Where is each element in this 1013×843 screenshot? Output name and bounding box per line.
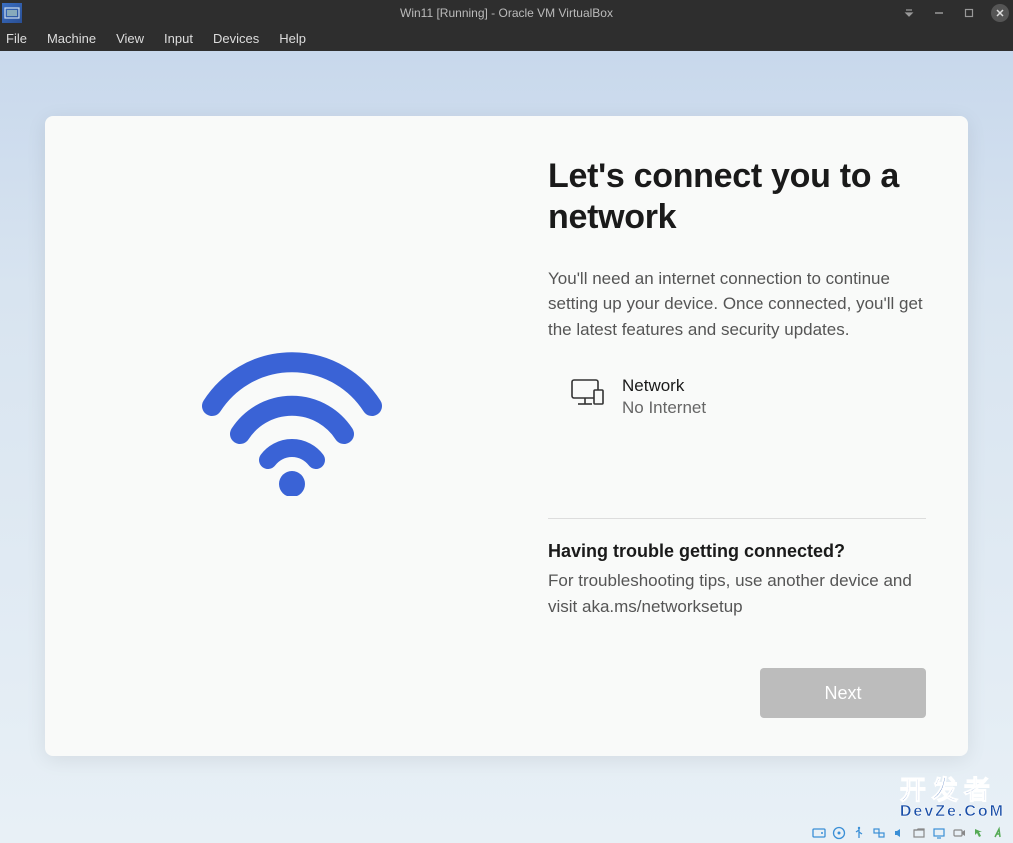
recording-icon[interactable] [951,825,967,841]
network-status: No Internet [622,398,706,418]
network-status-icon[interactable] [871,825,887,841]
menubar: File Machine View Input Devices Help [0,25,1013,51]
network-title: Network [622,376,706,396]
window-title: Win11 [Running] - Oracle VM VirtualBox [400,6,613,20]
shared-folder-icon[interactable] [911,825,927,841]
close-button[interactable] [991,4,1009,22]
vm-statusbar [811,823,1013,843]
hdd-icon[interactable] [811,825,827,841]
network-item[interactable]: Network No Internet [548,376,926,418]
trouble-heading: Having trouble getting connected? [548,541,926,562]
oobe-illustration-pane [45,156,538,756]
watermark: 开发者 DevZe.CoM [900,770,1005,821]
menu-machine[interactable]: Machine [37,27,106,50]
detach-button[interactable] [901,5,917,21]
menu-input[interactable]: Input [154,27,203,50]
audio-icon[interactable] [891,825,907,841]
ethernet-icon [570,378,604,413]
app-icon [2,3,22,23]
menu-devices[interactable]: Devices [203,27,269,50]
next-button[interactable]: Next [760,668,926,718]
usb-icon[interactable] [851,825,867,841]
mouse-integration-icon[interactable] [971,825,987,841]
minimize-button[interactable] [931,5,947,21]
network-text: Network No Internet [622,376,706,418]
wifi-icon [192,336,392,496]
page-subtext: You'll need an internet connection to co… [548,266,926,343]
optical-icon[interactable] [831,825,847,841]
maximize-button[interactable] [961,5,977,21]
page-title: Let's connect you to a network [548,156,926,238]
divider [548,518,926,519]
watermark-bottom: DevZe.CoM [900,803,1005,821]
watermark-top: 开发者 [900,770,1005,807]
trouble-text: For troubleshooting tips, use another de… [548,568,926,619]
menu-help[interactable]: Help [269,27,316,50]
oobe-card: Let's connect you to a network You'll ne… [45,116,968,756]
window-controls [901,4,1009,22]
menu-view[interactable]: View [106,27,154,50]
keyboard-icon[interactable] [991,825,1007,841]
vm-viewport: Let's connect you to a network You'll ne… [0,51,1013,843]
titlebar: Win11 [Running] - Oracle VM VirtualBox [0,0,1013,25]
display-icon[interactable] [931,825,947,841]
oobe-content-pane: Let's connect you to a network You'll ne… [538,156,968,756]
menu-file[interactable]: File [2,27,37,50]
